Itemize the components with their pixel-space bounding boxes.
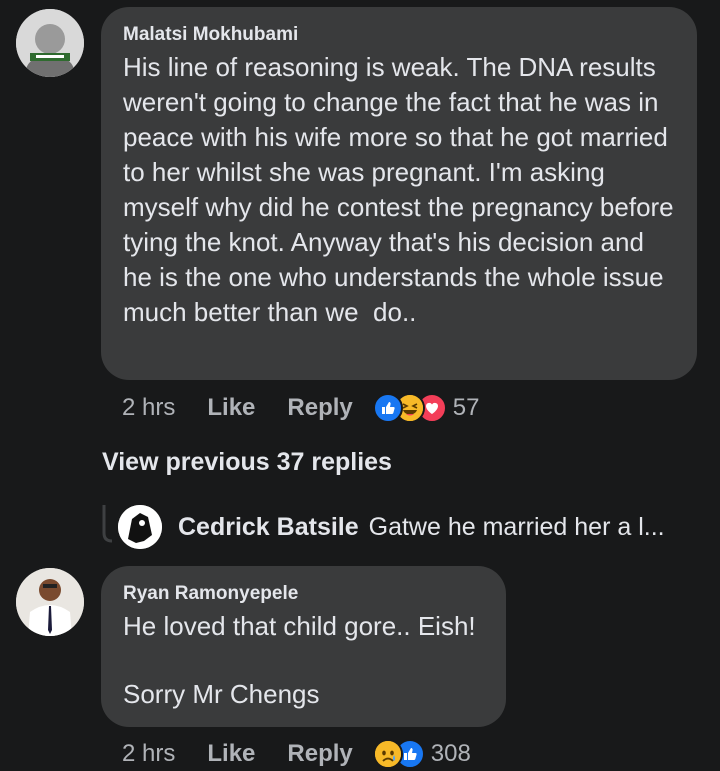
reply-snippet: Gatwe he married her a l... [368, 512, 665, 541]
avatar[interactable] [118, 505, 162, 549]
comment-author[interactable]: Malatsi Mokhubami [123, 24, 675, 46]
avatar[interactable] [16, 568, 84, 636]
view-previous-replies-link[interactable]: View previous 37 replies [102, 448, 392, 477]
reply-button[interactable]: Reply [287, 394, 352, 422]
comment-text: He loved that child gore.. Eish! Sorry M… [123, 611, 476, 709]
comment-bubble: Malatsi Mokhubami His line of reasoning … [101, 7, 697, 380]
like-button[interactable]: Like [207, 740, 255, 768]
reply-button[interactable]: Reply [287, 740, 352, 768]
reaction-count: 57 [452, 394, 480, 421]
comment-meta: 2 hrs Like Reply 57 [122, 388, 479, 428]
reactions-summary[interactable]: 308 [372, 739, 471, 769]
profile-photo-icon [16, 9, 84, 77]
avatar[interactable] [16, 9, 84, 77]
comment-bubble: Ryan Ramonyepele He loved that child gor… [101, 566, 506, 727]
reply-preview[interactable]: Cedrick Batsile Gatwe he married her a l… [102, 505, 702, 549]
timestamp[interactable]: 2 hrs [122, 740, 175, 768]
thread-connector-icon [102, 505, 113, 543]
like-icon [372, 393, 403, 423]
comment-author[interactable]: Ryan Ramonyepele [123, 583, 484, 605]
comment-meta: 2 hrs Like Reply 308 [122, 734, 471, 771]
reaction-count: 308 [430, 740, 471, 767]
reply-author[interactable]: Cedrick Batsile [178, 513, 359, 542]
reactions-summary[interactable]: 57 [372, 393, 480, 423]
profile-photo-icon [118, 505, 162, 549]
like-button[interactable]: Like [207, 394, 255, 422]
comment-text: His line of reasoning is weak. The DNA r… [123, 52, 681, 327]
profile-photo-icon [16, 568, 84, 636]
timestamp[interactable]: 2 hrs [122, 394, 175, 422]
comment-thread: Malatsi Mokhubami His line of reasoning … [0, 0, 720, 771]
sad-icon [372, 739, 403, 769]
